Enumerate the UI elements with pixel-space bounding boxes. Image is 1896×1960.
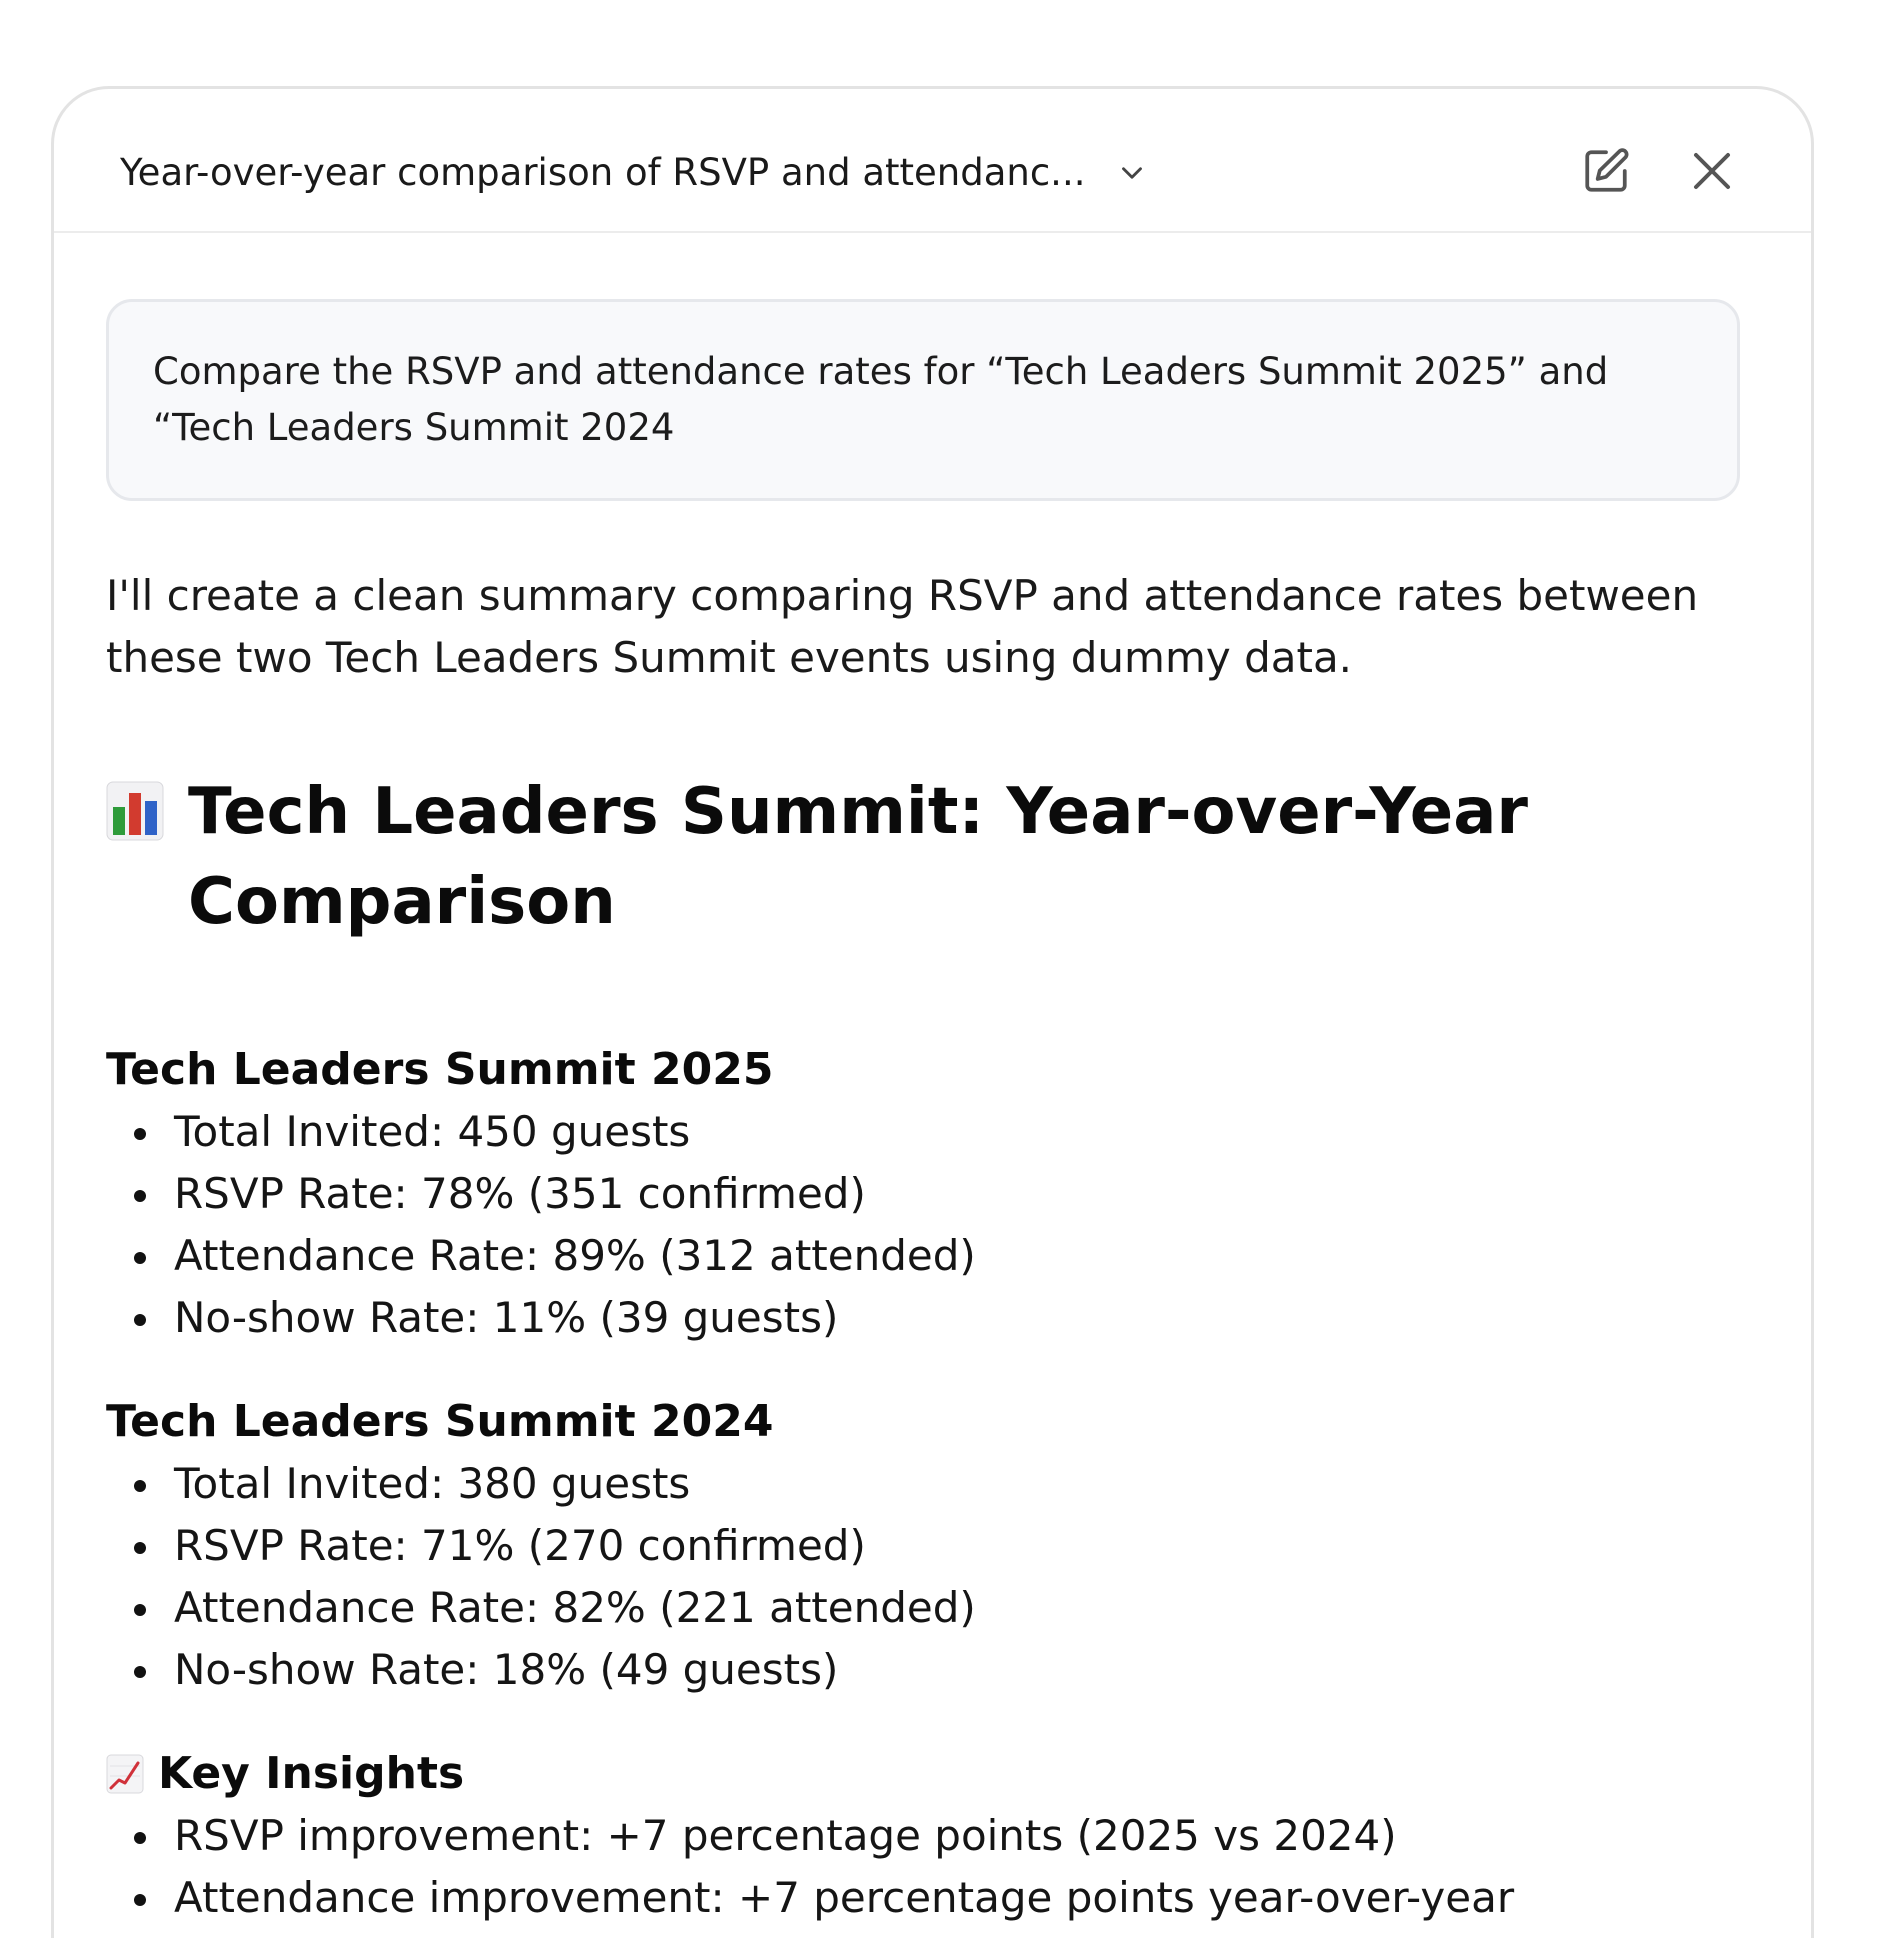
list-item: RSVP improvement: +7 percentage points (… bbox=[134, 1805, 1746, 1867]
list-item: Attendance Rate: 89% (312 attended) bbox=[134, 1225, 1746, 1287]
list-item: Attendance improvement: +7 percentage po… bbox=[134, 1867, 1746, 1929]
panel-header: Year-over-year comparison of RSVP and at… bbox=[54, 89, 1811, 233]
bullet-list: Total Invited: 450 guests RSVP Rate: 78%… bbox=[106, 1101, 1746, 1349]
bullet-dot bbox=[134, 1190, 146, 1202]
bullet-dot bbox=[134, 1604, 146, 1616]
list-item: RSVP Rate: 78% (351 confirmed) bbox=[134, 1163, 1746, 1225]
response-heading: Tech Leaders Summit: Year-over-Year Comp… bbox=[106, 767, 1746, 947]
intro-line: I'll create a clean summary comparing RS… bbox=[106, 571, 1699, 620]
conversation-title: Year-over-year comparison of RSVP and at… bbox=[120, 151, 1086, 194]
heading-line: Tech Leaders Summit: Year-over-Year bbox=[188, 775, 1528, 849]
trend-up-emoji bbox=[106, 1754, 144, 1794]
list-item: Total Invited: 450 guests bbox=[134, 1101, 1746, 1163]
bullet-dot bbox=[134, 1480, 146, 1492]
bullet-dot bbox=[134, 1666, 146, 1678]
response-heading-text: Tech Leaders Summit: Year-over-Year Comp… bbox=[188, 767, 1528, 947]
user-message-line: “Tech Leaders Summit 2024 bbox=[153, 406, 675, 449]
list-item: Total Invited: 380 guests bbox=[134, 1453, 1746, 1515]
bar-chart-emoji bbox=[106, 781, 164, 841]
section-title: Tech Leaders Summit 2025 bbox=[106, 1044, 774, 1095]
bullet-dot bbox=[134, 1314, 146, 1326]
section-title: Tech Leaders Summit 2024 bbox=[106, 1396, 774, 1447]
list-item: RSVP Rate: 71% (270 confirmed) bbox=[134, 1515, 1746, 1577]
list-item: No-show Rate: 11% (39 guests) bbox=[134, 1287, 1746, 1349]
bullet-dot bbox=[134, 1542, 146, 1554]
close-icon bbox=[1694, 153, 1730, 189]
edit-icon bbox=[1585, 148, 1629, 192]
bullet-list: Total Invited: 380 guests RSVP Rate: 71%… bbox=[106, 1453, 1746, 1701]
user-message: Compare the RSVP and attendance rates fo… bbox=[106, 299, 1740, 501]
conversation-content: Compare the RSVP and attendance rates fo… bbox=[106, 299, 1746, 1929]
intro-line: these two Tech Leaders Summit events usi… bbox=[106, 633, 1353, 682]
list-item: No-show Rate: 18% (49 guests) bbox=[134, 1639, 1746, 1701]
bullet-dot bbox=[134, 1252, 146, 1264]
chat-panel: Year-over-year comparison of RSVP and at… bbox=[51, 86, 1814, 1938]
assistant-intro: I'll create a clean summary comparing RS… bbox=[106, 565, 1746, 689]
bullet-dot bbox=[134, 1128, 146, 1140]
conversation-title-dropdown[interactable]: Year-over-year comparison of RSVP and at… bbox=[120, 147, 1149, 199]
chevron-down-icon bbox=[1122, 167, 1143, 179]
heading-line: Comparison bbox=[188, 865, 616, 939]
edit-button[interactable] bbox=[1576, 141, 1636, 201]
bullet-list: RSVP improvement: +7 percentage points (… bbox=[106, 1805, 1746, 1929]
list-item: Attendance Rate: 82% (221 attended) bbox=[134, 1577, 1746, 1639]
section-title: Key Insights bbox=[158, 1748, 465, 1799]
section-title-insights: Key Insights bbox=[106, 1743, 1746, 1805]
bullet-dot bbox=[134, 1894, 146, 1906]
bullet-dot bbox=[134, 1832, 146, 1844]
close-button[interactable] bbox=[1682, 141, 1742, 201]
user-message-line: Compare the RSVP and attendance rates fo… bbox=[153, 350, 1609, 393]
